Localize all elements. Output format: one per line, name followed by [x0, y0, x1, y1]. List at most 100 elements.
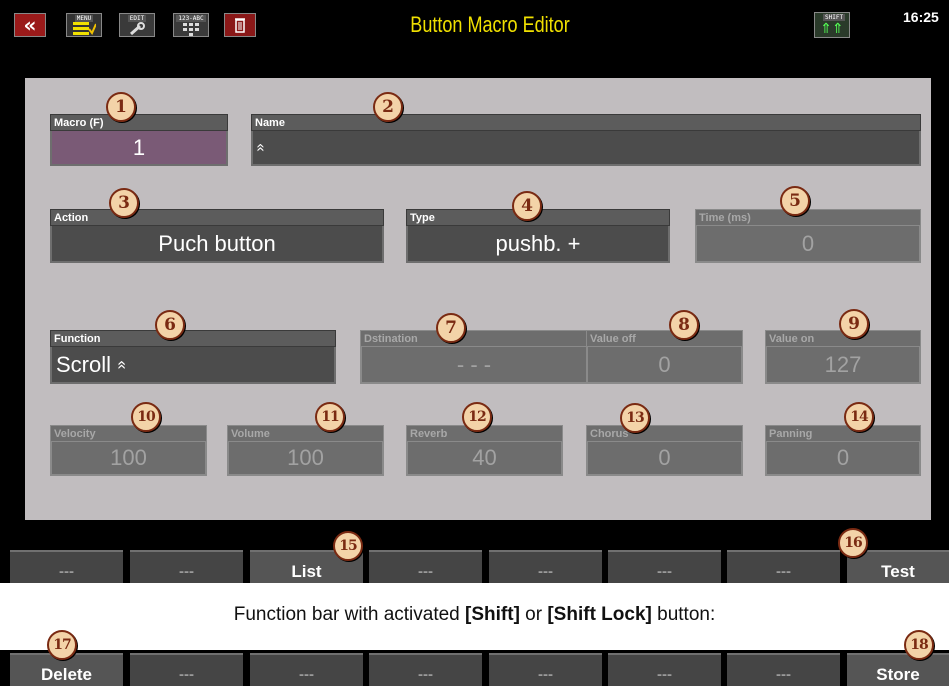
function-key-6[interactable]: --- — [608, 550, 721, 583]
back-button[interactable]: « — [14, 13, 46, 37]
function-value-text: Scroll — [56, 351, 112, 377]
store-key[interactable]: Store — [847, 653, 949, 686]
function-key-7[interactable]: --- — [727, 550, 840, 583]
callout-16: 16 — [838, 528, 868, 558]
callout-14: 14 — [844, 402, 874, 432]
volume-value: 100 — [227, 442, 384, 476]
shift-key-3[interactable]: --- — [250, 653, 363, 686]
volume-label: Volume — [227, 425, 384, 442]
macro-field[interactable]: Macro (F) 1 — [50, 114, 228, 166]
macro-editor-panel: Macro (F) 1 Name « Action Puch button Ty… — [25, 78, 931, 520]
callout-1: 1 — [106, 92, 136, 122]
callout-18: 18 — [904, 630, 934, 660]
volume-field[interactable]: Volume 100 — [227, 425, 384, 476]
edit-button[interactable]: EDIT — [119, 13, 155, 37]
type-field[interactable]: Type pushb. + — [406, 209, 670, 263]
caption-mid: or — [519, 604, 548, 625]
destination-value: - - - — [360, 347, 588, 384]
delete-button[interactable] — [224, 13, 256, 37]
panning-value: 0 — [765, 442, 921, 476]
edit-mini-label: EDIT — [127, 15, 147, 22]
panning-field[interactable]: Panning 0 — [765, 425, 921, 476]
value-on-value: 127 — [765, 347, 921, 384]
wrench-icon — [130, 21, 145, 35]
value-on-field[interactable]: Value on 127 — [765, 330, 921, 384]
destination-field[interactable]: Dstination - - - — [360, 330, 588, 384]
shift-key-4[interactable]: --- — [369, 653, 482, 686]
double-caret-up-icon: « — [113, 360, 131, 369]
value-off-value: 0 — [586, 347, 743, 384]
page-title: Button Macro Editor — [410, 12, 570, 37]
callout-6: 6 — [155, 310, 185, 340]
callout-13: 13 — [620, 403, 650, 433]
velocity-field[interactable]: Velocity 100 — [50, 425, 207, 476]
callout-4: 4 — [512, 191, 542, 221]
function-field[interactable]: Function Scroll « — [50, 330, 336, 384]
reverb-value: 40 — [406, 442, 563, 476]
action-label: Action — [50, 209, 384, 226]
name-value: « — [251, 131, 921, 166]
callout-15: 15 — [333, 531, 363, 561]
abc-mini-label: 123-ABC — [176, 15, 206, 22]
action-field[interactable]: Action Puch button — [50, 209, 384, 263]
callout-12: 12 — [462, 402, 492, 432]
name-label: Name — [251, 114, 921, 131]
time-label: Time (ms) — [695, 209, 921, 226]
action-value: Puch button — [50, 226, 384, 263]
shift-function-bar: Delete --- --- --- --- --- --- Store — [0, 650, 949, 686]
double-chevron-left-icon: « — [23, 13, 37, 37]
shift-button[interactable]: SHIFT ⇑⇑ — [814, 12, 850, 38]
shift-arrows-icon: ⇑⇑ — [820, 21, 844, 37]
function-key-1[interactable]: --- — [10, 550, 123, 583]
chorus-value: 0 — [586, 442, 743, 476]
shift-key-7[interactable]: --- — [727, 653, 840, 686]
panning-label: Panning — [765, 425, 921, 442]
keypad-icon — [183, 22, 199, 36]
callout-10: 10 — [131, 402, 161, 432]
function-key-5[interactable]: --- — [489, 550, 602, 583]
shift-mini-label: SHIFT — [823, 14, 846, 21]
menu-icon — [73, 22, 96, 35]
name-field[interactable]: Name « — [251, 114, 921, 166]
test-button[interactable]: Test — [847, 550, 949, 583]
shift-key-6[interactable]: --- — [608, 653, 721, 686]
chorus-field[interactable]: Chorus 0 — [586, 425, 743, 476]
number-abc-button[interactable]: 123-ABC — [173, 13, 209, 37]
function-key-2[interactable]: --- — [130, 550, 243, 583]
clock: 16:25 — [903, 9, 939, 25]
caption-pre: Function bar with activated — [233, 604, 466, 625]
callout-5: 5 — [780, 186, 810, 216]
velocity-label: Velocity — [50, 425, 207, 442]
double-caret-up-icon: « — [252, 143, 270, 152]
callout-8: 8 — [669, 310, 699, 340]
callout-3: 3 — [109, 188, 139, 218]
macro-value: 1 — [50, 131, 228, 166]
function-key-4[interactable]: --- — [369, 550, 482, 583]
callout-2: 2 — [373, 92, 403, 122]
menu-button[interactable]: MENU — [66, 13, 102, 37]
function-label: Function — [50, 330, 336, 347]
caption-shift: [Shift] — [465, 604, 520, 625]
type-value: pushb. + — [406, 226, 670, 263]
callout-11: 11 — [315, 402, 345, 432]
caption-text: Function bar with activated [Shift] or [… — [0, 604, 949, 626]
trash-icon — [235, 18, 245, 33]
chorus-label: Chorus — [586, 425, 743, 442]
value-off-label: Value off — [586, 330, 743, 347]
function-value: Scroll « — [50, 347, 336, 384]
menu-mini-label: MENU — [74, 15, 94, 22]
shift-key-2[interactable]: --- — [130, 653, 243, 686]
callout-7: 7 — [436, 313, 466, 343]
callout-17: 17 — [47, 630, 77, 660]
reverb-field[interactable]: Reverb 40 — [406, 425, 563, 476]
value-off-field[interactable]: Value off 0 — [586, 330, 743, 384]
instrument-screen: « MENU EDIT 123-ABC Button Macro Editor … — [0, 0, 949, 583]
macro-label: Macro (F) — [50, 114, 228, 131]
velocity-value: 100 — [50, 442, 207, 476]
callout-9: 9 — [839, 309, 869, 339]
time-field[interactable]: Time (ms) 0 — [695, 209, 921, 263]
shift-key-5[interactable]: --- — [489, 653, 602, 686]
caption-shift-lock: [Shift Lock] — [547, 604, 652, 625]
caption-post: button: — [651, 604, 716, 625]
destination-label: Dstination — [360, 330, 588, 347]
